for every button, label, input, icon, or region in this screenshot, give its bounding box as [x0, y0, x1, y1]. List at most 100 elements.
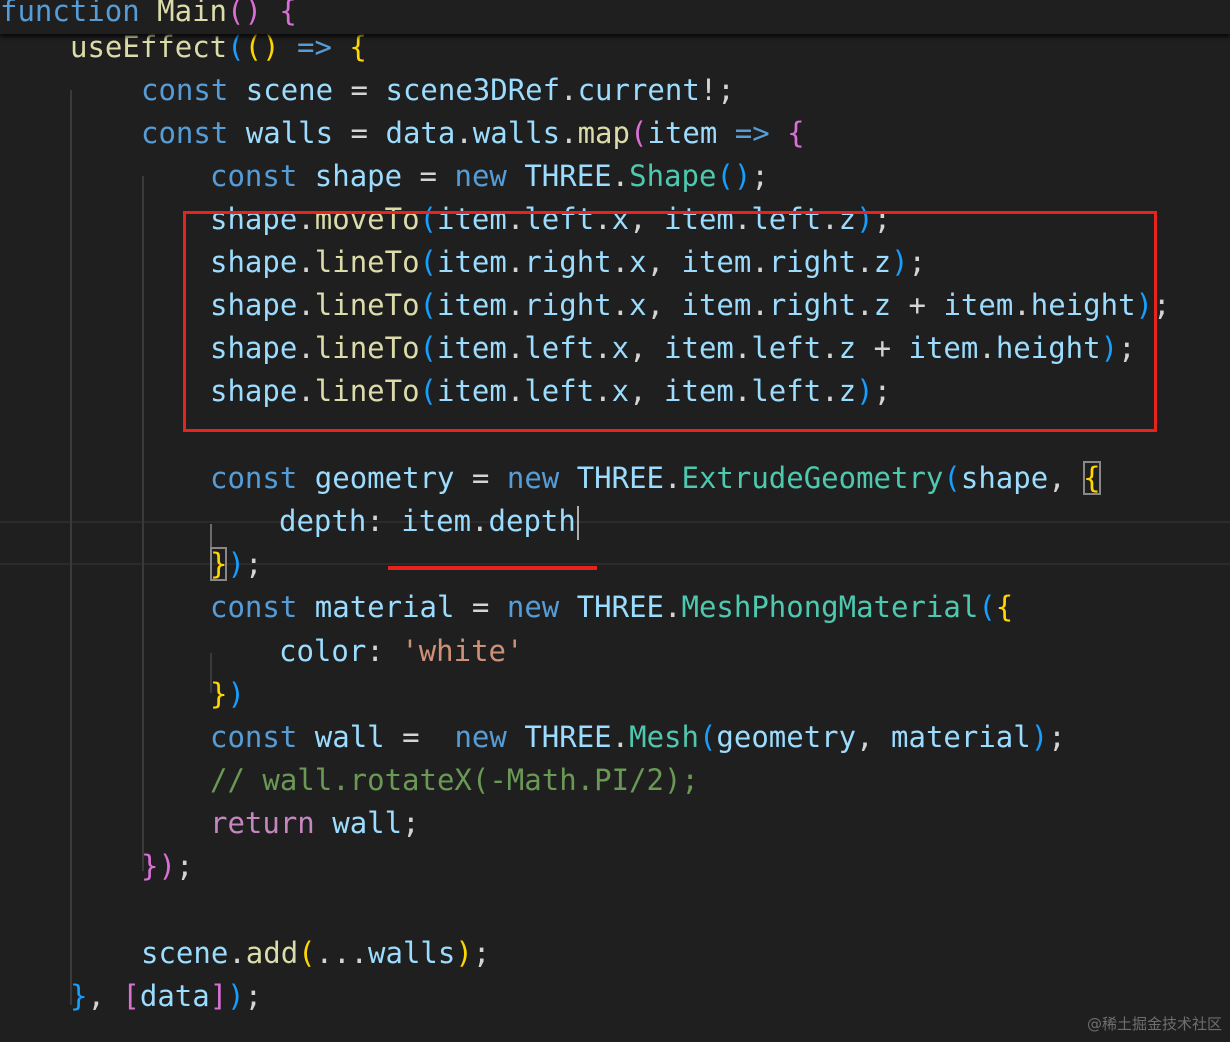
- code-token: :: [366, 634, 402, 668]
- code-line[interactable]: return wall;: [210, 802, 420, 845]
- code-token: return: [210, 806, 315, 840]
- watermark-text: @稀土掘金技术社区: [1086, 1015, 1222, 1033]
- code-line[interactable]: const walls = data.walls.map(item => {: [141, 112, 805, 155]
- code-token: Mesh: [629, 720, 699, 754]
- code-token: (: [943, 461, 961, 495]
- code-token: wall: [332, 806, 403, 840]
- code-token: ): [158, 849, 176, 883]
- code-token: const: [210, 461, 298, 495]
- code-token: 'white': [401, 634, 524, 668]
- code-token: ): [227, 547, 245, 581]
- code-token: function: [0, 0, 140, 28]
- code-token: =: [454, 590, 507, 624]
- indent-guide: [70, 90, 72, 1005]
- code-line[interactable]: const shape = new THREE.Shape();: [210, 155, 769, 198]
- code-token: new: [506, 590, 560, 624]
- code-token: data: [385, 116, 456, 150]
- code-line-function-main[interactable]: function Main() {: [0, 0, 297, 33]
- annotation-red-box: [183, 211, 1157, 432]
- code-token: =: [454, 461, 507, 495]
- code-token: {: [349, 30, 367, 64]
- code-line[interactable]: const material = new THREE.MeshPhongMate…: [210, 586, 1013, 629]
- code-token: MeshPhongMaterial: [681, 590, 979, 624]
- code-token: item: [401, 504, 472, 538]
- code-token: {: [787, 116, 805, 150]
- code-token: }: [141, 849, 159, 883]
- code-token: scene: [141, 936, 229, 970]
- code-token: .: [664, 590, 682, 624]
- code-line[interactable]: const scene = scene3DRef.current!;: [141, 69, 735, 112]
- code-token: .: [455, 116, 473, 150]
- code-token: (: [698, 720, 717, 754]
- code-token: data: [139, 979, 210, 1013]
- code-token: (: [629, 116, 648, 150]
- code-token: ;: [175, 849, 194, 883]
- code-token: scene: [245, 73, 334, 107]
- indent-guide: [142, 176, 144, 871]
- code-token: shape: [960, 461, 1049, 495]
- code-token: walls: [368, 936, 456, 970]
- code-line[interactable]: // wall.rotateX(-Math.PI/2);: [210, 759, 699, 802]
- code-token: walls: [472, 116, 561, 150]
- code-token: ): [455, 936, 473, 970]
- code-token: depth: [279, 504, 367, 538]
- code-token: material: [891, 720, 1031, 754]
- code-line[interactable]: });: [141, 845, 193, 888]
- code-token: ): [227, 677, 245, 711]
- code-token: =>: [734, 116, 770, 150]
- code-token: depth: [488, 504, 576, 538]
- code-token: .: [611, 720, 630, 754]
- code-token: THREE: [524, 159, 612, 193]
- code-token: map: [577, 116, 630, 150]
- code-token: geometry: [716, 720, 857, 754]
- code-token: color: [279, 634, 367, 668]
- code-token: Main: [157, 0, 227, 28]
- code-token: .: [664, 461, 682, 495]
- code-token: .: [228, 936, 246, 970]
- code-line[interactable]: });: [210, 543, 262, 586]
- code-token: add: [245, 936, 299, 970]
- code-token: Shape: [629, 159, 717, 193]
- code-token: useEffect: [70, 30, 228, 64]
- code-line[interactable]: }, [data]);: [70, 975, 262, 1018]
- code-token: {: [1083, 461, 1101, 495]
- annotation-red-underline: [388, 566, 597, 570]
- code-token: ,: [856, 720, 892, 754]
- code-line[interactable]: depth: item.depth: [279, 500, 579, 543]
- code-line[interactable]: color: 'white': [279, 630, 523, 673]
- code-token: item: [647, 116, 718, 150]
- code-line[interactable]: scene.add(...walls);: [141, 932, 490, 975]
- code-token: const: [141, 73, 229, 107]
- code-token: }: [210, 677, 228, 711]
- code-token: material: [314, 590, 455, 624]
- code-token: THREE: [576, 590, 665, 624]
- sticky-scroll-header[interactable]: function Main() {: [0, 0, 1230, 34]
- code-token: ;: [402, 806, 420, 840]
- code-token: walls: [245, 116, 334, 150]
- code-token: !;: [699, 73, 735, 107]
- code-token: (: [227, 30, 245, 64]
- code-token: // wall.rotateX(-Math.PI/2);: [210, 763, 699, 797]
- code-token: :: [366, 504, 402, 538]
- code-token: shape: [314, 159, 403, 193]
- code-token: (: [978, 590, 996, 624]
- code-token: ,: [1048, 461, 1084, 495]
- code-line[interactable]: const geometry = new THREE.ExtrudeGeomet…: [210, 457, 1101, 500]
- code-token: const: [210, 590, 298, 624]
- code-line[interactable]: const wall = new THREE.Mesh(geometry, ma…: [210, 716, 1066, 759]
- code-line[interactable]: }): [210, 673, 245, 716]
- code-token: =: [402, 159, 455, 193]
- code-token: .: [560, 116, 578, 150]
